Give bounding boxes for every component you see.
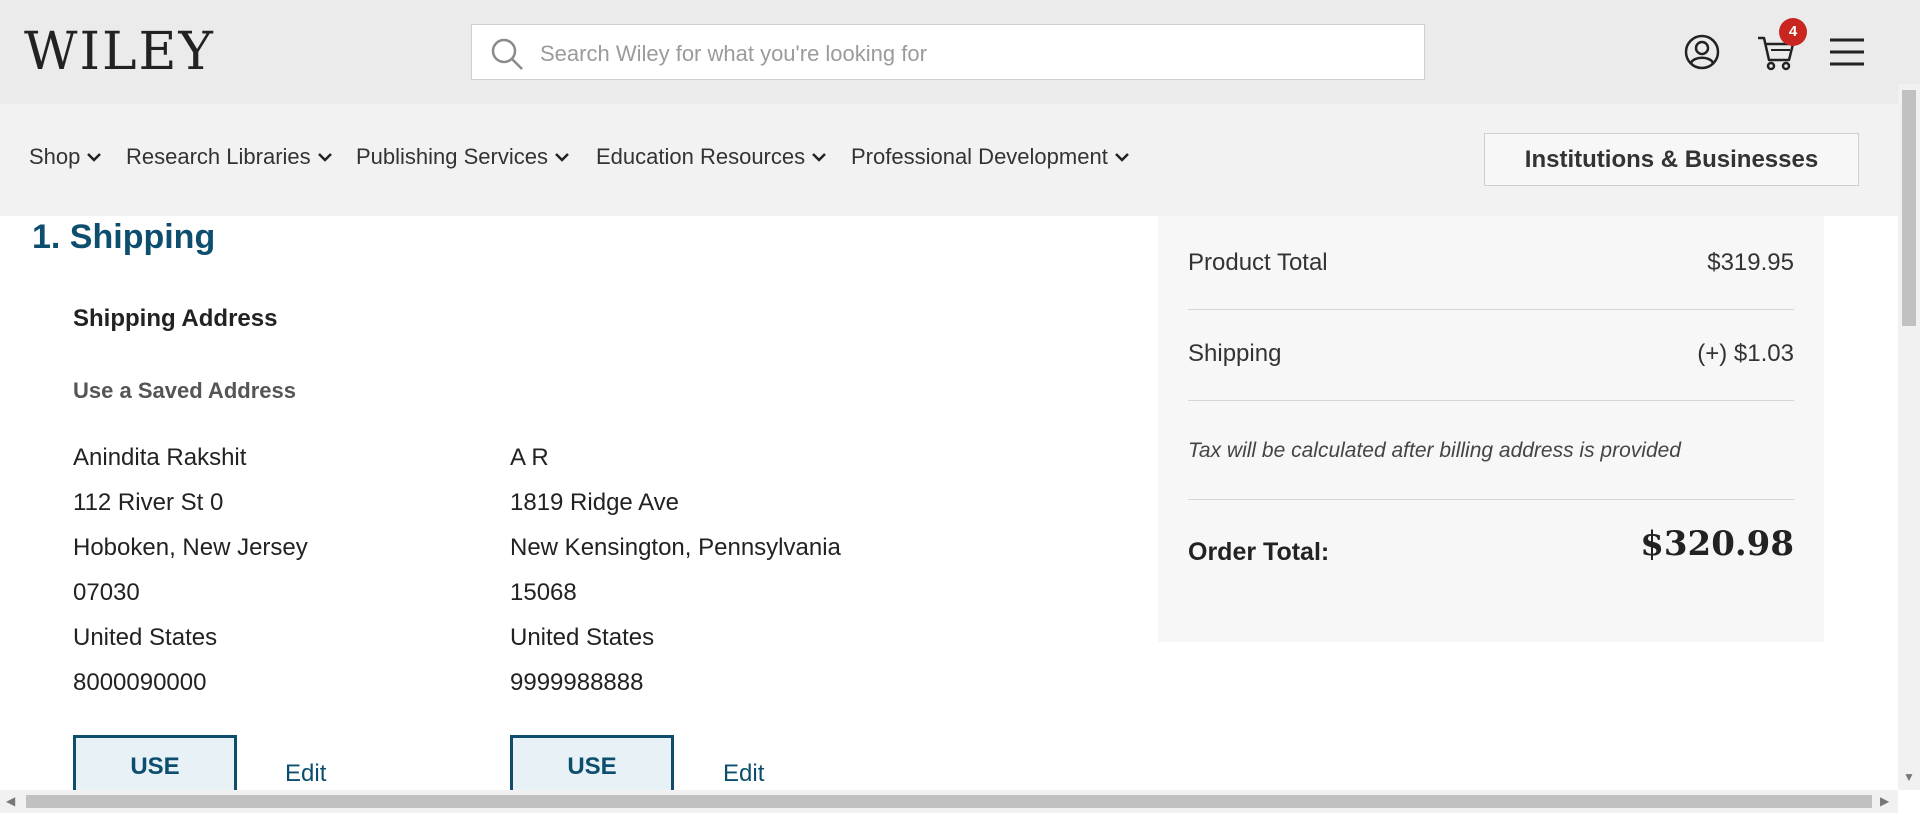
- chevron-down-icon: [1114, 153, 1129, 162]
- vertical-scrollbar[interactable]: [1898, 84, 1920, 790]
- nav-item-professional-development[interactable]: Professional Development: [851, 144, 1130, 170]
- divider: [1188, 309, 1794, 310]
- product-total-row: Product Total $319.95: [1188, 249, 1794, 277]
- nav-item-label: Education Resources: [596, 144, 806, 169]
- divider: [1188, 400, 1794, 401]
- address-country: United States: [73, 624, 218, 651]
- chevron-down-icon: [812, 153, 827, 162]
- address-name: A R: [510, 444, 549, 471]
- order-summary-panel: Product Total $319.95 Shipping (+) $1.03…: [1158, 216, 1824, 642]
- address-city-state: Hoboken, New Jersey: [73, 534, 308, 561]
- top-header: WILEY Search Wiley for what you're looki…: [0, 0, 1920, 104]
- address-phone: 8000090000: [73, 669, 207, 696]
- chevron-down-icon: [317, 153, 332, 162]
- horizontal-scrollbar[interactable]: ◀ ▶: [0, 790, 1898, 813]
- edit-address-link[interactable]: Edit: [723, 760, 764, 788]
- nav-item-label: Publishing Services: [356, 144, 548, 169]
- order-total-value: $320.98: [1640, 524, 1794, 564]
- address-zip: 07030: [73, 579, 140, 606]
- address-street: 112 River St 0: [73, 489, 224, 516]
- saved-address-card: A R 1819 Ridge Ave New Kensington, Penns…: [510, 440, 841, 710]
- shipping-address-heading: Shipping Address: [73, 305, 278, 332]
- scroll-left-arrow-icon[interactable]: ◀: [6, 794, 15, 808]
- address-country: United States: [510, 624, 655, 651]
- account-icon[interactable]: [1684, 34, 1720, 70]
- hamburger-menu-icon[interactable]: [1828, 36, 1866, 68]
- horizontal-scrollbar-thumb[interactable]: [26, 795, 1872, 808]
- scroll-down-arrow-icon[interactable]: ▼: [1898, 766, 1920, 788]
- chevron-down-icon: [555, 153, 569, 162]
- use-address-button[interactable]: USE: [73, 735, 237, 795]
- address-name: Anindita Rakshit: [73, 444, 247, 471]
- scroll-right-arrow-icon[interactable]: ▶: [1880, 794, 1889, 808]
- nav-item-label: Shop: [29, 144, 81, 169]
- wiley-logo[interactable]: WILEY: [24, 26, 215, 78]
- search-placeholder: Search Wiley for what you're looking for: [540, 41, 927, 66]
- nav-item-shop[interactable]: Shop: [29, 144, 102, 170]
- nav-item-label: Professional Development: [851, 144, 1108, 169]
- saved-address-label: Use a Saved Address: [73, 378, 296, 403]
- use-address-button[interactable]: USE: [510, 735, 674, 795]
- product-total-label: Product Total: [1188, 249, 1328, 276]
- saved-address-card: Anindita Rakshit 112 River St 0 Hoboken,…: [73, 440, 308, 710]
- search-bar[interactable]: Search Wiley for what you're looking for: [471, 24, 1425, 80]
- nav-item-research-libraries[interactable]: Research Libraries: [126, 144, 333, 170]
- address-zip: 15068: [510, 579, 577, 606]
- chevron-down-icon: [87, 153, 102, 162]
- address-city-state: New Kensington, Pennsylvania: [510, 534, 841, 561]
- nav-item-publishing-services[interactable]: Publishing Services: [356, 144, 570, 170]
- tax-note: Tax will be calculated after billing add…: [1188, 439, 1681, 462]
- nav-item-label: Research Libraries: [126, 144, 311, 169]
- address-phone: 9999988888: [510, 669, 644, 696]
- address-street: 1819 Ridge Ave: [510, 489, 680, 516]
- shipping-value: (+) $1.03: [1697, 340, 1794, 367]
- shipping-row: Shipping (+) $1.03: [1188, 340, 1794, 368]
- vertical-scrollbar-thumb[interactable]: [1902, 90, 1916, 326]
- institutions-businesses-button[interactable]: Institutions & Businesses: [1484, 133, 1859, 186]
- divider: [1188, 499, 1794, 500]
- shipping-label: Shipping: [1188, 340, 1282, 367]
- step-title: 1. Shipping: [32, 218, 216, 256]
- main-nav: Shop Research Libraries Publishing Servi…: [0, 104, 1898, 216]
- nav-item-education-resources[interactable]: Education Resources: [596, 144, 827, 170]
- search-icon: [491, 38, 523, 70]
- edit-address-link[interactable]: Edit: [285, 760, 326, 788]
- cart-count-badge: 4: [1779, 18, 1807, 46]
- order-total-label: Order Total:: [1188, 538, 1330, 566]
- product-total-value: $319.95: [1707, 249, 1794, 276]
